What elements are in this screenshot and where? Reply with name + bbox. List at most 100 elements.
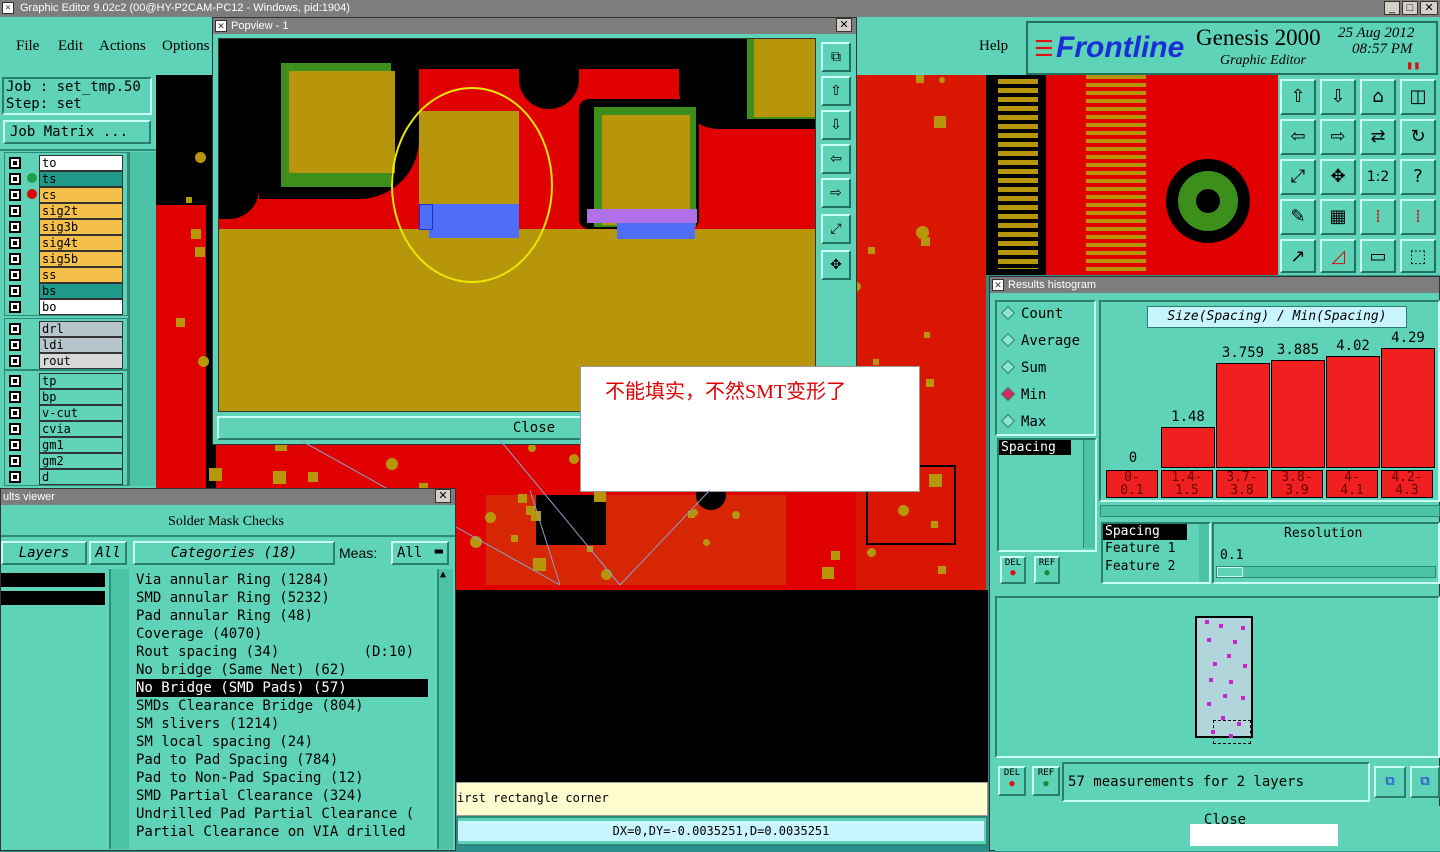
- histogram-bar[interactable]: [1326, 356, 1380, 468]
- layer-row-sig3b[interactable]: sig3b: [7, 219, 123, 235]
- layer-row-sig4t[interactable]: sig4t: [7, 235, 123, 251]
- layer-row-ss[interactable]: ss: [7, 267, 123, 283]
- histogram-bar[interactable]: [1381, 348, 1435, 468]
- layer-checkbox[interactable]: [9, 285, 21, 297]
- layer-row-bp[interactable]: bp: [7, 389, 123, 405]
- zoom-preview-icon[interactable]: ⧉: [1374, 766, 1406, 798]
- layer-row-to[interactable]: to: [7, 155, 123, 171]
- feature-item-spacing[interactable]: Spacing: [1103, 524, 1187, 540]
- layer-checkbox[interactable]: [9, 323, 21, 335]
- layer-row-sig5b[interactable]: sig5b: [7, 251, 123, 267]
- layer-checkbox[interactable]: [9, 157, 21, 169]
- category-item[interactable]: No Bridge (SMD Pads) (57): [136, 679, 428, 697]
- pan-right-icon[interactable]: ⇨: [1320, 119, 1356, 155]
- popview-canvas[interactable]: [218, 38, 816, 412]
- layer-name[interactable]: gm1: [39, 437, 123, 453]
- popview-up-icon[interactable]: ⇧: [821, 76, 851, 106]
- zoom-fit-icon[interactable]: ⤢: [1280, 159, 1316, 195]
- popview-zoom-icon[interactable]: ⧉: [821, 42, 851, 72]
- histogram-bar[interactable]: [1161, 427, 1215, 468]
- layer-checkbox[interactable]: [9, 189, 21, 201]
- popview-fit-icon[interactable]: ⤢: [821, 214, 851, 244]
- layer-checkbox[interactable]: [9, 237, 21, 249]
- layer-checkbox[interactable]: [9, 407, 21, 419]
- popview-center-icon[interactable]: ✥: [821, 250, 851, 280]
- pan-down-icon[interactable]: ⇩: [1320, 79, 1356, 115]
- split-view-icon[interactable]: ◫: [1400, 79, 1436, 115]
- layer-checkbox[interactable]: [9, 423, 21, 435]
- ref-button-top[interactable]: REF ●: [1034, 556, 1060, 584]
- layer-name[interactable]: rout: [39, 353, 123, 369]
- chart-hscrollbar[interactable]: [1100, 505, 1440, 517]
- measure-list-item[interactable]: Spacing: [999, 440, 1071, 455]
- del-button-bottom[interactable]: DEL ●: [998, 766, 1026, 796]
- option-sum[interactable]: Sum: [1000, 359, 1046, 376]
- pan-up-icon[interactable]: ⇧: [1280, 79, 1316, 115]
- resolution-slider-thumb[interactable]: [1217, 567, 1243, 577]
- menu-options[interactable]: Options: [162, 38, 210, 55]
- category-item[interactable]: Rout spacing (34) (D:10): [136, 643, 414, 661]
- layer-name[interactable]: d: [39, 469, 123, 485]
- category-item[interactable]: SMD Partial Clearance (324): [136, 787, 364, 805]
- category-item[interactable]: Undrilled Pad Partial Clearance (: [136, 805, 414, 823]
- measure-list-scrollbar[interactable]: [1083, 440, 1095, 548]
- category-item[interactable]: Coverage (4070): [136, 625, 262, 643]
- option-min[interactable]: Min: [1000, 386, 1046, 403]
- layer-checkbox[interactable]: [9, 339, 21, 351]
- category-item[interactable]: SMD annular Ring (5232): [136, 589, 330, 607]
- layer-checkbox[interactable]: [9, 471, 21, 483]
- layer-row-tp[interactable]: tp: [7, 373, 123, 389]
- layer-checkbox[interactable]: [9, 253, 21, 265]
- layer-name[interactable]: ts: [39, 171, 123, 187]
- category-item[interactable]: Pad to Non-Pad Spacing (12): [136, 769, 364, 787]
- grid-icon[interactable]: ▦: [1320, 199, 1356, 235]
- mirror-icon[interactable]: ⇄: [1360, 119, 1396, 155]
- layer-checkbox[interactable]: [9, 173, 21, 185]
- category-item[interactable]: Pad to Pad Spacing (784): [136, 751, 338, 769]
- layer-name[interactable]: bs: [39, 283, 123, 299]
- menu-actions[interactable]: Actions: [99, 38, 146, 55]
- layer-name[interactable]: bp: [39, 389, 123, 405]
- layer-checkbox[interactable]: [9, 391, 21, 403]
- home-icon[interactable]: ⌂: [1360, 79, 1396, 115]
- close-button[interactable]: ✕: [1420, 1, 1438, 15]
- preview-pane[interactable]: [995, 596, 1440, 758]
- maximize-button[interactable]: □: [1402, 1, 1418, 15]
- layer-name[interactable]: sig2t: [39, 203, 123, 219]
- menu-edit[interactable]: Edit: [58, 38, 83, 55]
- layers-red-icon[interactable]: ⁞: [1360, 199, 1396, 235]
- layer-name[interactable]: cs: [39, 187, 123, 203]
- category-item[interactable]: SM local spacing (24): [136, 733, 313, 751]
- select-tool-icon[interactable]: ◿: [1320, 239, 1356, 273]
- menu-file[interactable]: File: [16, 38, 39, 55]
- layer-row-sig2t[interactable]: sig2t: [7, 203, 123, 219]
- category-item[interactable]: Pad annular Ring (48): [136, 607, 313, 625]
- redraw-icon[interactable]: ↻: [1400, 119, 1436, 155]
- histogram-close-button[interactable]: Close: [1160, 812, 1290, 828]
- layer-row-ldi[interactable]: ldi: [7, 337, 123, 353]
- pcb-right[interactable]: [986, 75, 1278, 275]
- category-item[interactable]: Partial Clearance on VIA drilled: [136, 823, 406, 841]
- layer-name[interactable]: bo: [39, 299, 123, 315]
- snap-icon[interactable]: ⬚: [1400, 239, 1436, 273]
- popview-left-icon[interactable]: ⇦: [821, 144, 851, 174]
- layer-checkbox[interactable]: [9, 455, 21, 467]
- option-max[interactable]: Max: [1000, 413, 1046, 430]
- layer-row-bo[interactable]: bo: [7, 299, 123, 315]
- menu-help[interactable]: Help: [979, 38, 1008, 55]
- option-count[interactable]: Count: [1000, 305, 1063, 322]
- feature-item-2[interactable]: Feature 2: [1103, 558, 1209, 576]
- layer-checkbox[interactable]: [9, 301, 21, 313]
- layer-checkbox[interactable]: [9, 439, 21, 451]
- layer-checkbox[interactable]: [9, 355, 21, 367]
- feature-scrollbar[interactable]: [1199, 524, 1209, 582]
- zoom-center-icon[interactable]: ✥: [1320, 159, 1356, 195]
- popview-down-icon[interactable]: ⇩: [821, 110, 851, 140]
- category-item[interactable]: SM slivers (1214): [136, 715, 279, 733]
- layer-name[interactable]: ldi: [39, 337, 123, 353]
- layer-name[interactable]: sig4t: [39, 235, 123, 251]
- layer-name[interactable]: cvia: [39, 421, 123, 437]
- layer-row-gm1[interactable]: gm1: [7, 437, 123, 453]
- histogram-bar[interactable]: [1216, 363, 1270, 468]
- popview-right-icon[interactable]: ⇨: [821, 178, 851, 208]
